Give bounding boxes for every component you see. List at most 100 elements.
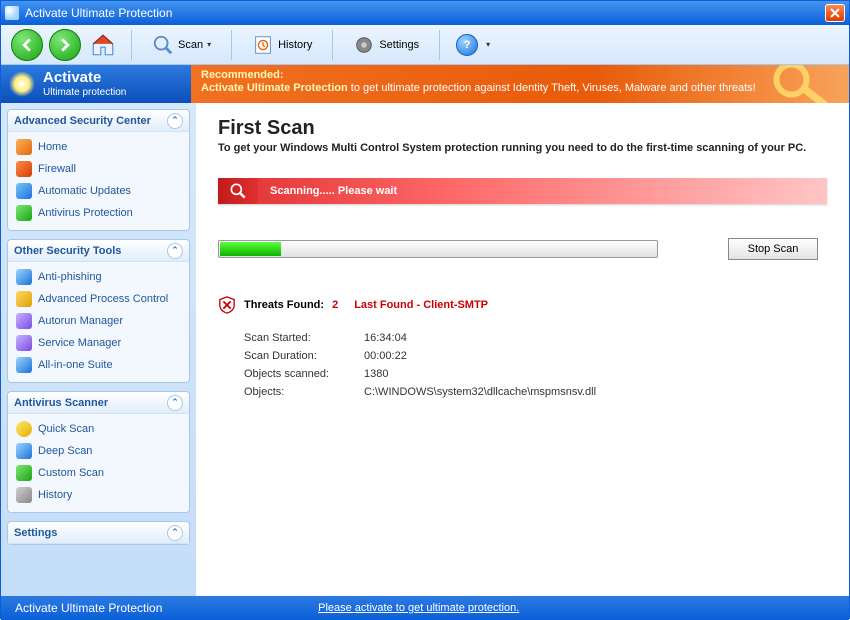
- sidebar-item-quick-scan[interactable]: Quick Scan: [12, 418, 185, 440]
- sidebar-item-label: Firewall: [38, 163, 76, 175]
- panel-header[interactable]: Settings ⌃: [8, 522, 189, 544]
- content: First Scan To get your Windows Multi Con…: [196, 103, 849, 596]
- last-found: Last Found - Client-SMTP: [354, 299, 488, 311]
- sidebar-item-label: Service Manager: [38, 337, 121, 349]
- keys-icon: [769, 65, 849, 103]
- stat-row: Objects scanned:1380: [244, 368, 827, 380]
- anti-phishing-icon: [16, 269, 32, 285]
- separator: [131, 30, 132, 60]
- arrow-left-icon: [20, 38, 34, 52]
- settings-label: Settings: [379, 39, 419, 51]
- scan-stats: Scan Started:16:34:04 Scan Duration:00:0…: [244, 332, 827, 398]
- window-title: Activate Ultimate Protection: [25, 6, 825, 20]
- sidebar-item-service-manager[interactable]: Service Manager: [12, 332, 185, 354]
- progress-bar: [218, 240, 658, 258]
- progress-fill: [220, 242, 281, 256]
- settings-button[interactable]: Settings: [345, 30, 427, 60]
- sidebar-item-history[interactable]: History: [12, 484, 185, 506]
- separator: [439, 30, 440, 60]
- footer: Activate Ultimate Protection Please acti…: [1, 596, 849, 620]
- toolbar: Scan ▾ History Settings ? ▾: [1, 25, 849, 65]
- panel-title: Advanced Security Center: [14, 115, 151, 127]
- app-icon: [5, 6, 19, 20]
- page-title: First Scan: [218, 117, 827, 140]
- sidebar-item-firewall[interactable]: Firewall: [12, 158, 185, 180]
- threats-label: Threats Found:: [244, 299, 324, 311]
- history-label: History: [278, 39, 312, 51]
- threats-count: 2: [332, 299, 338, 311]
- close-icon: [830, 8, 840, 18]
- scanning-banner: Scanning..... Please wait: [218, 178, 827, 204]
- magnifier-icon: [152, 34, 174, 56]
- scan-label: Scan: [178, 39, 203, 51]
- stat-label: Scan Started:: [244, 332, 364, 344]
- shield-alert-icon: [218, 296, 236, 314]
- titlebar: Activate Ultimate Protection: [1, 1, 849, 25]
- sidebar-item-anti-phishing[interactable]: Anti-phishing: [12, 266, 185, 288]
- stat-label: Objects scanned:: [244, 368, 364, 380]
- activate-button[interactable]: Activate Ultimate protection: [1, 65, 191, 103]
- sidebar-item-custom-scan[interactable]: Custom Scan: [12, 462, 185, 484]
- sidebar-item-label: Antivirus Protection: [38, 207, 133, 219]
- help-button[interactable]: ?: [456, 34, 478, 56]
- home-icon: [90, 32, 116, 58]
- sidebar-item-label: All-in-one Suite: [38, 359, 113, 371]
- activate-big: Activate: [43, 70, 126, 87]
- sidebar-item-antivirus-protection[interactable]: Antivirus Protection: [12, 202, 185, 224]
- history-button[interactable]: History: [244, 30, 320, 60]
- dropdown-arrow-icon: ▾: [207, 40, 211, 49]
- sidebar-item-label: Quick Scan: [38, 423, 94, 435]
- home-icon: [16, 139, 32, 155]
- sidebar-item-home[interactable]: Home: [12, 136, 185, 158]
- stat-row: Scan Duration:00:00:22: [244, 350, 827, 362]
- service-manager-icon: [16, 335, 32, 351]
- history-icon: [252, 34, 274, 56]
- star-icon: [9, 71, 35, 97]
- process-control-icon: [16, 291, 32, 307]
- recommended-text: to get ultimate protection against Ident…: [348, 82, 756, 94]
- panel-title: Settings: [14, 527, 57, 539]
- sidebar-item-deep-scan[interactable]: Deep Scan: [12, 440, 185, 462]
- sidebar-item-all-in-one[interactable]: All-in-one Suite: [12, 354, 185, 376]
- custom-scan-icon: [16, 465, 32, 481]
- deep-scan-icon: [16, 443, 32, 459]
- sidebar-item-automatic-updates[interactable]: Automatic Updates: [12, 180, 185, 202]
- panel-header[interactable]: Antivirus Scanner ⌃: [8, 392, 189, 414]
- updates-icon: [16, 183, 32, 199]
- scan-button[interactable]: Scan ▾: [144, 30, 219, 60]
- back-button[interactable]: [11, 29, 43, 61]
- sidebar-item-label: Automatic Updates: [38, 185, 131, 197]
- recommended-label: Recommended:: [201, 69, 839, 82]
- chevron-up-icon: ⌃: [167, 243, 183, 259]
- sidebar-item-advanced-process-control[interactable]: Advanced Process Control: [12, 288, 185, 310]
- panel-header[interactable]: Other Security Tools ⌃: [8, 240, 189, 262]
- footer-activate-link[interactable]: Please activate to get ultimate protecti…: [162, 602, 675, 614]
- panel-other-tools: Other Security Tools ⌃ Anti-phishing Adv…: [7, 239, 190, 383]
- panel-title: Other Security Tools: [14, 245, 121, 257]
- main: Advanced Security Center ⌃ Home Firewall…: [1, 103, 849, 596]
- panel-header[interactable]: Advanced Security Center ⌃: [8, 110, 189, 132]
- stat-value: 16:34:04: [364, 332, 407, 344]
- history-icon: [16, 487, 32, 503]
- autorun-icon: [16, 313, 32, 329]
- magnifier-icon: [218, 178, 258, 204]
- home-button[interactable]: [87, 29, 119, 61]
- panel-advanced-security: Advanced Security Center ⌃ Home Firewall…: [7, 109, 190, 231]
- sidebar-item-autorun-manager[interactable]: Autorun Manager: [12, 310, 185, 332]
- scanning-text: Scanning..... Please wait: [270, 185, 397, 197]
- sidebar-item-label: History: [38, 489, 72, 501]
- chevron-up-icon: ⌃: [167, 525, 183, 541]
- forward-button[interactable]: [49, 29, 81, 61]
- stop-scan-button[interactable]: Stop Scan: [728, 238, 818, 260]
- panel-antivirus-scanner: Antivirus Scanner ⌃ Quick Scan Deep Scan…: [7, 391, 190, 513]
- separator: [332, 30, 333, 60]
- firewall-icon: [16, 161, 32, 177]
- antivirus-icon: [16, 205, 32, 221]
- quick-scan-icon: [16, 421, 32, 437]
- activate-banner: Activate Ultimate protection Recommended…: [1, 65, 849, 103]
- stat-row: Objects:C:\WINDOWS\system32\dllcache\msp…: [244, 386, 827, 398]
- panel-title: Antivirus Scanner: [14, 397, 108, 409]
- sidebar: Advanced Security Center ⌃ Home Firewall…: [1, 103, 196, 596]
- gear-icon: [353, 34, 375, 56]
- close-button[interactable]: [825, 4, 845, 22]
